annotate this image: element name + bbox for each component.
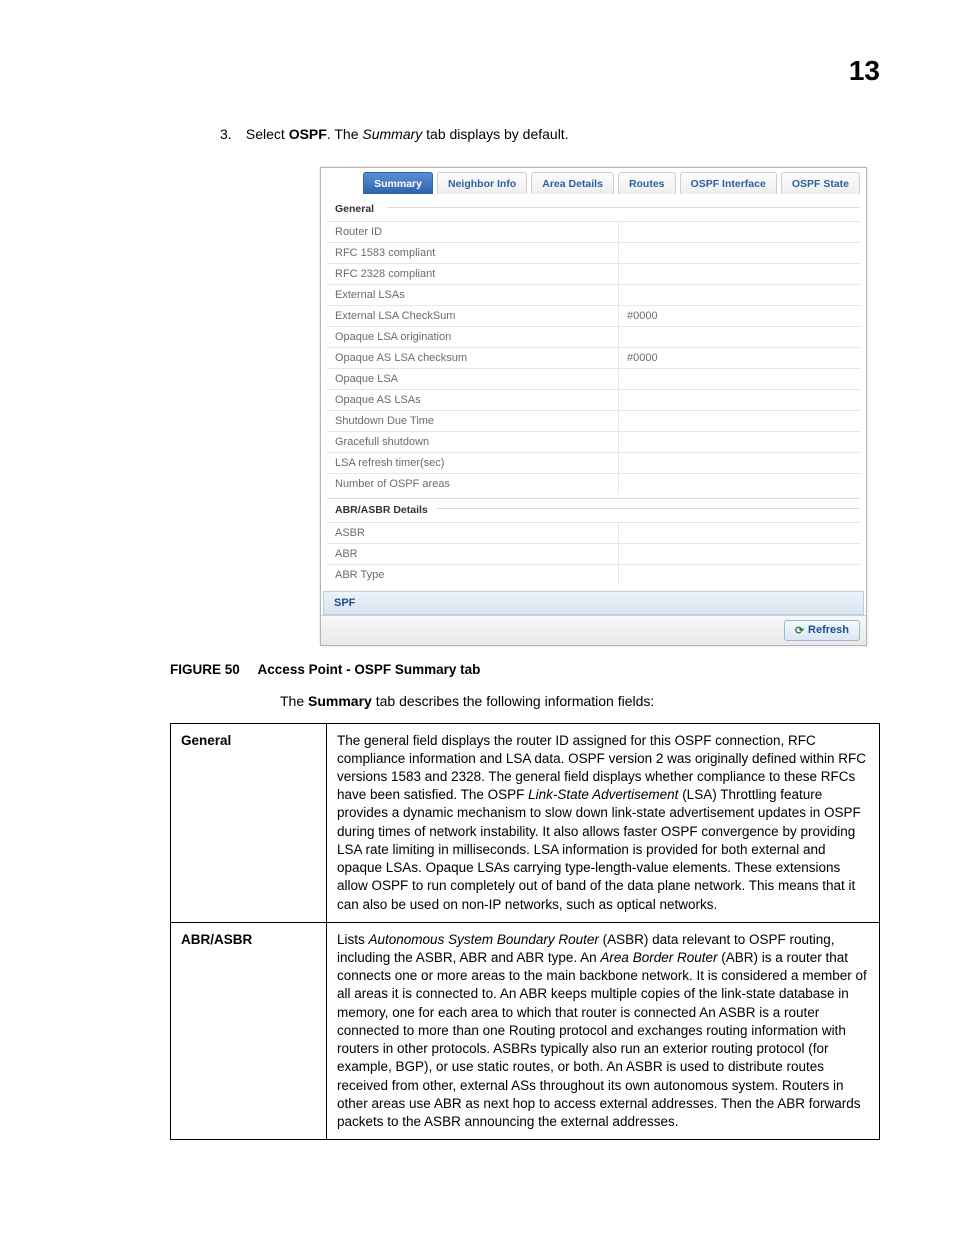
row-label: ASBR — [327, 523, 618, 543]
row-label: ABR Type — [327, 565, 618, 585]
definition-term: General — [171, 723, 327, 922]
row-value — [618, 222, 860, 242]
tab-summary[interactable]: Summary — [363, 172, 433, 194]
tab-ospf-state[interactable]: OSPF State — [781, 172, 860, 194]
row-value — [618, 390, 860, 410]
row-label: RFC 2328 compliant — [327, 264, 618, 284]
panel-footer: ⟳ Refresh — [321, 615, 866, 645]
row-value — [618, 453, 860, 473]
definition-table: GeneralThe general field displays the ro… — [170, 723, 880, 1141]
row-label: External LSAs — [327, 285, 618, 305]
general-row: External LSA CheckSum#0000 — [327, 305, 860, 326]
row-label: RFC 1583 compliant — [327, 243, 618, 263]
step-index: 3. — [220, 125, 242, 145]
general-row: Opaque LSA origination — [327, 326, 860, 347]
row-value — [618, 565, 860, 585]
row-value — [618, 432, 860, 452]
tab-area-details[interactable]: Area Details — [531, 172, 614, 194]
definition-body: The general field displays the router ID… — [327, 723, 880, 922]
refresh-icon: ⟳ — [795, 624, 804, 637]
page-number: 13 — [849, 55, 880, 87]
abr-asbr-row: ABR — [327, 543, 860, 564]
general-row: Opaque AS LSA checksum#0000 — [327, 347, 860, 368]
general-row: Shutdown Due Time — [327, 410, 860, 431]
row-label: LSA refresh timer(sec) — [327, 453, 618, 473]
row-label: Opaque LSA — [327, 369, 618, 389]
row-value — [618, 369, 860, 389]
row-label: Router ID — [327, 222, 618, 242]
row-value — [618, 544, 860, 564]
general-row: Number of OSPF areas — [327, 473, 860, 494]
figure-label: FIGURE 50 — [170, 662, 240, 677]
instruction-italic: Summary — [362, 126, 422, 142]
general-row: Router ID — [327, 221, 860, 242]
figure-caption: FIGURE 50 Access Point - OSPF Summary ta… — [170, 662, 880, 677]
row-value — [618, 285, 860, 305]
ospf-summary-panel: SummaryNeighbor InfoArea DetailsRoutesOS… — [320, 167, 867, 646]
abr-asbr-row: ABR Type — [327, 564, 860, 585]
general-row: LSA refresh timer(sec) — [327, 452, 860, 473]
instruction-bold: OSPF — [289, 126, 327, 142]
abr-asbr-row: ASBR — [327, 522, 860, 543]
general-row: RFC 2328 compliant — [327, 263, 860, 284]
general-row: Opaque AS LSAs — [327, 389, 860, 410]
row-label: Number of OSPF areas — [327, 474, 618, 494]
row-value — [618, 243, 860, 263]
section-abr-asbr: ABR/ASBR Details — [327, 498, 860, 518]
tab-ospf-interface[interactable]: OSPF Interface — [680, 172, 777, 194]
row-label: Opaque AS LSA checksum — [327, 348, 618, 368]
general-row: Opaque LSA — [327, 368, 860, 389]
general-row: External LSAs — [327, 284, 860, 305]
summary-sentence: The Summary tab describes the following … — [280, 693, 880, 709]
tab-routes[interactable]: Routes — [618, 172, 676, 194]
general-row: Gracefull shutdown — [327, 431, 860, 452]
row-value: #0000 — [618, 306, 860, 326]
refresh-button[interactable]: ⟳ Refresh — [784, 620, 860, 641]
row-label: External LSA CheckSum — [327, 306, 618, 326]
definition-row: GeneralThe general field displays the ro… — [171, 723, 880, 922]
instruction-step: 3. Select OSPF. The Summary tab displays… — [220, 125, 880, 145]
tab-bar: SummaryNeighbor InfoArea DetailsRoutesOS… — [321, 168, 866, 194]
row-value: #0000 — [618, 348, 860, 368]
figure-text: Access Point - OSPF Summary tab — [258, 662, 481, 677]
definition-body: Lists Autonomous System Boundary Router … — [327, 922, 880, 1139]
row-label: Opaque LSA origination — [327, 327, 618, 347]
general-row: RFC 1583 compliant — [327, 242, 860, 263]
row-value — [618, 523, 860, 543]
row-value — [618, 264, 860, 284]
definition-row: ABR/ASBRLists Autonomous System Boundary… — [171, 922, 880, 1139]
tab-neighbor-info[interactable]: Neighbor Info — [437, 172, 527, 194]
definition-term: ABR/ASBR — [171, 922, 327, 1139]
row-value — [618, 411, 860, 431]
row-label: ABR — [327, 544, 618, 564]
row-value — [618, 327, 860, 347]
row-value — [618, 474, 860, 494]
row-label: Shutdown Due Time — [327, 411, 618, 431]
row-label: Gracefull shutdown — [327, 432, 618, 452]
refresh-label: Refresh — [808, 624, 849, 636]
row-label: Opaque AS LSAs — [327, 390, 618, 410]
section-general: General — [327, 198, 860, 217]
section-spf[interactable]: SPF — [323, 591, 864, 615]
